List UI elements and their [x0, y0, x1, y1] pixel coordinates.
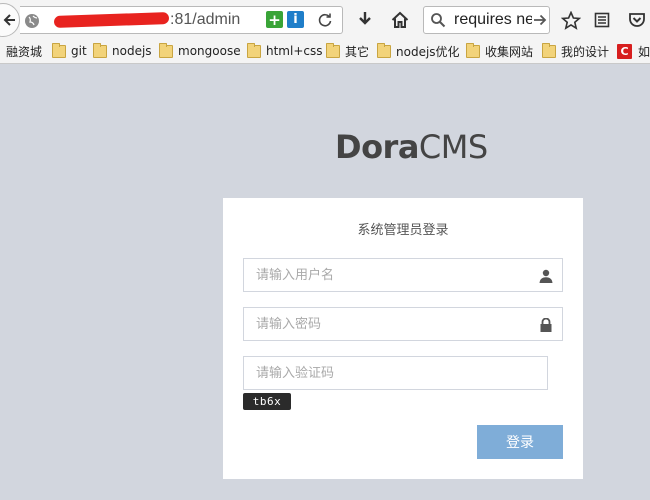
- username-field: [243, 258, 563, 292]
- reading-list-icon[interactable]: [592, 10, 612, 30]
- folder-icon: [93, 42, 107, 58]
- back-arrow-icon: [3, 14, 15, 26]
- folder-icon: [159, 42, 173, 58]
- bookmark-item[interactable]: C如: [617, 42, 650, 60]
- browser-toolbar: :81/admin + i requires ne: [0, 0, 650, 38]
- plus-addon-icon[interactable]: +: [266, 11, 283, 29]
- bookmark-item[interactable]: git: [52, 42, 87, 60]
- login-title: 系统管理员登录: [357, 223, 449, 238]
- bookmark-item[interactable]: 收集网站: [466, 42, 533, 60]
- folder-icon: [377, 42, 391, 58]
- pocket-icon[interactable]: [627, 10, 647, 30]
- bookmark-label: 如: [638, 44, 650, 59]
- brand-logo-light: CMS: [418, 128, 488, 166]
- login-panel: 系统管理员登录 tb6x 登录: [223, 198, 583, 479]
- folder-icon: [247, 42, 261, 58]
- bookmark-label: git: [71, 44, 87, 58]
- username-input[interactable]: [244, 259, 562, 291]
- url-redaction-mark: [53, 11, 170, 28]
- back-button[interactable]: [0, 3, 20, 37]
- captcha-field: [243, 356, 548, 390]
- brand-logo: DoraCMS: [335, 128, 488, 166]
- password-input[interactable]: [244, 308, 562, 340]
- bookmark-label: mongoose: [178, 44, 241, 58]
- bookmark-label: html+css: [266, 44, 323, 58]
- bookmark-item[interactable]: 其它: [326, 42, 369, 60]
- bookmark-star-icon[interactable]: [561, 10, 581, 30]
- captcha-input[interactable]: [244, 357, 547, 389]
- brand-logo-bold: Dora: [335, 128, 419, 166]
- folder-icon: [52, 42, 66, 58]
- bookmarks-bar: 融资城 git nodejs mongoose html+css 其它 node…: [0, 38, 650, 64]
- user-icon: [539, 268, 553, 283]
- url-text: :81/admin: [53, 11, 241, 29]
- bookmark-label: 收集网站: [485, 44, 534, 59]
- bookmark-label: 其它: [345, 44, 370, 59]
- bookmark-item[interactable]: nodejs: [93, 42, 152, 60]
- folder-icon: [542, 42, 556, 58]
- search-query-text: requires ne: [454, 11, 532, 28]
- globe-icon: [24, 13, 40, 29]
- bookmark-label: 我的设计: [561, 44, 610, 59]
- search-icon: [430, 12, 446, 28]
- bookmark-label: nodejs优化: [396, 44, 460, 59]
- home-icon[interactable]: [390, 10, 410, 30]
- reload-icon[interactable]: [316, 11, 334, 29]
- bookmark-item[interactable]: nodejs优化: [377, 42, 460, 60]
- search-go-arrow-icon[interactable]: [532, 12, 548, 28]
- bookmark-item[interactable]: mongoose: [159, 42, 241, 60]
- captcha-image[interactable]: tb6x: [243, 393, 291, 410]
- bookmark-label: 融资城: [6, 44, 43, 59]
- bookmark-item[interactable]: html+css: [247, 42, 323, 60]
- url-path: :81/admin: [170, 11, 241, 28]
- c-logo-icon: C: [617, 43, 632, 59]
- info-addon-icon[interactable]: i: [287, 11, 304, 28]
- bookmark-item[interactable]: 融资城: [6, 42, 42, 60]
- lock-icon: [539, 317, 553, 332]
- search-bar[interactable]: requires ne: [423, 6, 550, 34]
- folder-icon: [326, 42, 340, 58]
- login-button[interactable]: 登录: [477, 425, 563, 459]
- folder-icon: [466, 42, 480, 58]
- password-field: [243, 307, 563, 341]
- download-icon[interactable]: [355, 10, 375, 30]
- bookmark-item[interactable]: 我的设计: [542, 42, 609, 60]
- address-bar[interactable]: :81/admin + i: [20, 6, 343, 34]
- bookmark-label: nodejs: [112, 44, 152, 58]
